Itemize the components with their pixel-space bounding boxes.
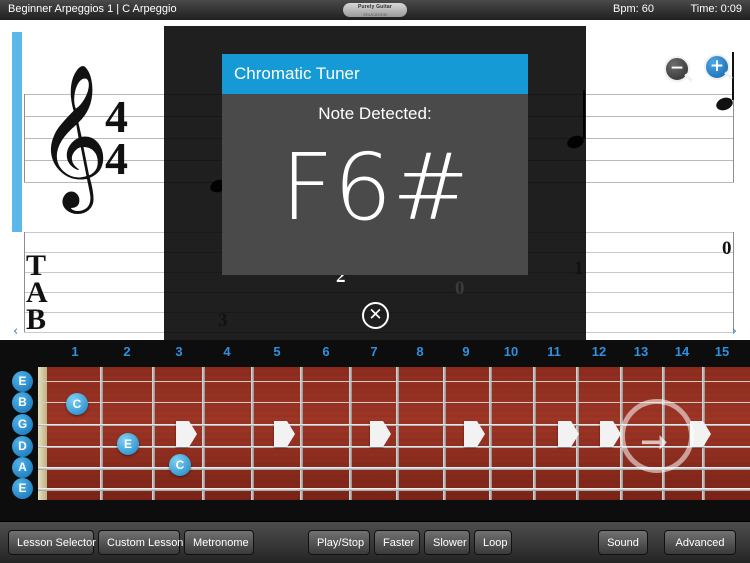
sound-button[interactable]: Sound: [598, 530, 648, 555]
slower-button[interactable]: Slower: [424, 530, 470, 555]
loop-arrow-icon: ➞: [640, 422, 669, 462]
lesson-title: Beginner Arpeggios 1 | C Arpeggio: [8, 3, 177, 15]
fret-number: 8: [416, 344, 424, 359]
fret-number: 3: [175, 344, 183, 359]
tab-label-b: B: [26, 303, 47, 336]
custom-lesson-button[interactable]: Custom Lesson: [98, 530, 183, 555]
play-stop-button[interactable]: Play/Stop: [308, 530, 370, 555]
string-label-e-high[interactable]: E: [12, 371, 33, 392]
advanced-button[interactable]: Advanced: [664, 530, 736, 555]
tab-number: 0: [722, 238, 732, 259]
string-label-e-low[interactable]: E: [12, 478, 33, 499]
fretboard-note-marker: [274, 421, 295, 447]
fret-number: 10: [503, 344, 519, 359]
finger-dot[interactable]: C: [66, 393, 88, 415]
app-logo-line1: Purely Guitar: [358, 4, 392, 10]
time-signature-bottom: 4: [105, 133, 128, 184]
tab-number: 3: [218, 310, 228, 331]
app-root: Beginner Arpeggios 1 | C Arpeggio Purely…: [0, 0, 750, 563]
note-stem: [732, 52, 734, 100]
fret-number: 6: [322, 344, 330, 359]
bottom-toolbar: Lesson Selector Custom Lesson Metronome …: [0, 521, 750, 563]
tab-label-a: A: [26, 276, 48, 309]
fret-number: 5: [273, 344, 281, 359]
fretboard-note-marker: [464, 421, 485, 447]
close-icon[interactable]: ✕: [362, 302, 389, 329]
bpm-readout: Bpm: 60: [613, 3, 654, 15]
fret-wire: [533, 367, 536, 500]
fret-number-strip: 1 2 3 4 5 6 7 8 9 10 11 12 13 14 15: [0, 340, 750, 364]
fret-wire: [300, 367, 303, 500]
time-signature-top: 4: [105, 91, 128, 142]
fret-number: 2: [123, 344, 131, 359]
tuner-detected-note: F6#: [280, 134, 470, 241]
time-signature: 4 4: [105, 91, 128, 184]
fretboard-note-marker: [176, 421, 197, 447]
app-logo-line2: EDUCATION: [363, 12, 387, 17]
guitar-string: [38, 488, 750, 491]
treble-clef-icon: 𝄞: [36, 64, 110, 208]
fret-number: 14: [674, 344, 690, 359]
tuner-title: Chromatic Tuner: [222, 54, 528, 94]
time-readout: Time: 0:09: [690, 3, 742, 15]
faster-button[interactable]: Faster: [374, 530, 420, 555]
fretboard-note-marker: [558, 421, 579, 447]
loop-button[interactable]: Loop: [474, 530, 512, 555]
fret-wire: [251, 367, 254, 500]
scroll-right-arrow[interactable]: ›: [732, 325, 737, 338]
scroll-left-arrow[interactable]: ‹: [13, 325, 18, 338]
app-logo: Purely Guitar EDUCATION: [343, 3, 407, 17]
fret-wire: [100, 367, 103, 500]
top-bar: Beginner Arpeggios 1 | C Arpeggio Purely…: [0, 0, 750, 21]
string-label-a[interactable]: A: [12, 457, 33, 478]
fretboard-nut: [38, 367, 47, 500]
fret-number: 7: [370, 344, 378, 359]
tuner-subtitle: Note Detected:: [318, 104, 432, 123]
fret-number: 12: [591, 344, 607, 359]
tab-label: T A B: [26, 249, 48, 336]
fret-number: 15: [714, 344, 730, 359]
finger-dot[interactable]: E: [117, 433, 139, 455]
fret-number: 11: [547, 344, 561, 359]
fret-number: 4: [223, 344, 231, 359]
fret-wire: [443, 367, 446, 500]
guitar-string: [38, 381, 750, 382]
string-label-d[interactable]: D: [12, 436, 33, 457]
fretboard-note-marker: [370, 421, 391, 447]
chromatic-tuner-dialog: Chromatic Tuner Note Detected: F6#: [222, 54, 528, 275]
fret-number: 9: [462, 344, 470, 359]
fret-wire: [396, 367, 399, 500]
string-label-b[interactable]: B: [12, 392, 33, 413]
tab-number: 0: [455, 278, 465, 299]
fret-wire: [202, 367, 205, 500]
fret-number: 13: [633, 344, 649, 359]
tab-number: 1: [574, 258, 584, 279]
tab-label-t: T: [26, 249, 47, 282]
finger-dot[interactable]: C: [169, 454, 191, 476]
lesson-selector-button[interactable]: Lesson Selector: [8, 530, 96, 555]
fretboard-note-marker: [600, 421, 621, 447]
fret-wire: [152, 367, 155, 500]
fret-number: 1: [71, 344, 79, 359]
string-label-g[interactable]: G: [12, 414, 33, 435]
metronome-button[interactable]: Metronome: [184, 530, 254, 555]
fret-wire: [489, 367, 492, 500]
fret-wire: [349, 367, 352, 500]
